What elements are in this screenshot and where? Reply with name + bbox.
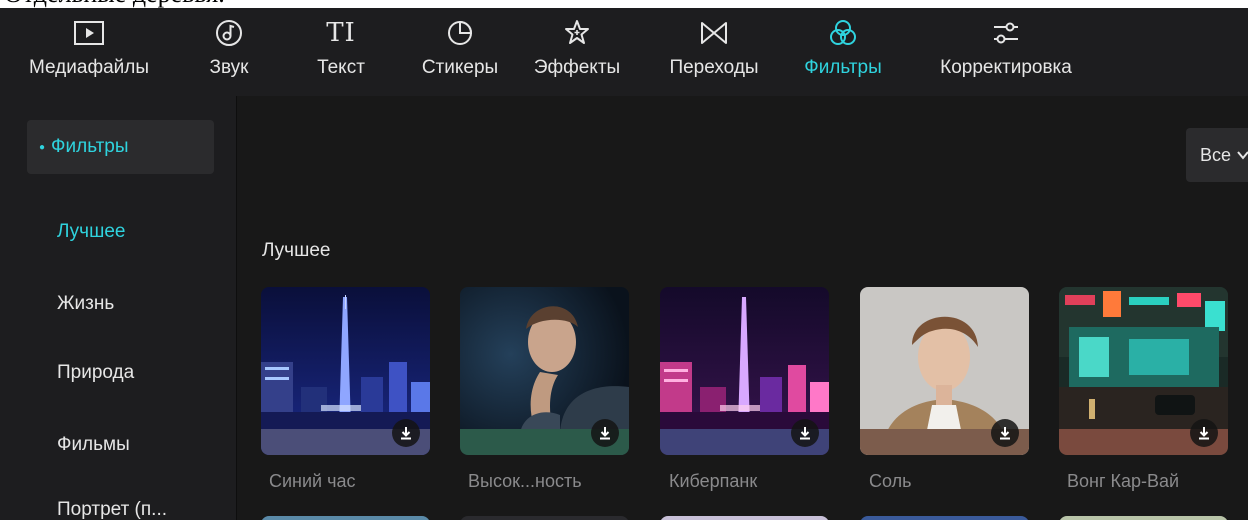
adjust-sliders-icon	[990, 14, 1022, 52]
sidebar-item-movies[interactable]: Фильмы	[57, 434, 130, 456]
filter-card-salt[interactable]	[860, 287, 1029, 455]
card-label-wong-kar-wai: Вонг Кар-Вай	[1067, 471, 1180, 491]
dropdown-value: Все	[1200, 144, 1232, 165]
download-button[interactable]	[392, 419, 420, 447]
sidebar-group-filters[interactable]: ● Фильтры	[27, 120, 214, 174]
transition-bowtie-icon	[698, 14, 730, 52]
tab-audio[interactable]: Звук	[196, 8, 262, 96]
filter-card-next-row[interactable]	[860, 516, 1029, 520]
tab-filters[interactable]: Фильтры	[786, 8, 900, 96]
download-icon	[1000, 427, 1010, 440]
tab-audio-label: Звук	[209, 57, 249, 78]
tab-adjustment[interactable]: Корректировка	[910, 8, 1102, 96]
tab-transitions[interactable]: Переходы	[650, 8, 778, 96]
sidebar-group-label: Фильтры	[51, 136, 129, 157]
tab-adjustment-label: Корректировка	[940, 57, 1072, 78]
card-label-cyberpunk: Киберпанк	[669, 471, 758, 491]
page-top-text: Отдельные деревья.	[0, 0, 1248, 8]
filter-card-cyberpunk[interactable]	[660, 287, 829, 455]
download-icon	[401, 427, 411, 440]
effects-star-icon	[562, 14, 592, 52]
download-icon	[600, 427, 610, 440]
tab-stickers-label: Стикеры	[421, 57, 499, 78]
filter-card-high-contrast[interactable]	[460, 287, 629, 455]
tab-transitions-label: Переходы	[669, 57, 759, 78]
category-sidebar: ● Фильтры Лучшее Жизнь Природа Фильмы По…	[0, 96, 237, 520]
sidebar-item-life[interactable]: Жизнь	[57, 293, 114, 315]
filters-circles-icon	[827, 14, 859, 52]
tab-text[interactable]: TI Текст	[300, 8, 382, 96]
tab-filters-label: Фильтры	[804, 57, 882, 78]
card-label-blue-hour: Синий час	[269, 471, 356, 491]
tab-media-label: Медиафайлы	[28, 57, 149, 78]
download-button[interactable]	[791, 419, 819, 447]
filter-card-next-row[interactable]	[261, 516, 430, 520]
card-label-salt: Соль	[869, 471, 912, 491]
download-icon	[1199, 427, 1209, 440]
tab-stickers[interactable]: Стикеры	[408, 8, 512, 96]
audio-disc-icon	[214, 14, 244, 52]
sidebar-item-nature[interactable]: Природа	[57, 362, 134, 384]
download-icon	[800, 427, 810, 440]
top-toolbar: Медиафайлы Звук TI Текст Стикеры Эффекты	[0, 8, 1248, 96]
section-title: Лучшее	[262, 240, 331, 261]
filter-card-next-row[interactable]	[460, 516, 629, 520]
editor-window: Медиафайлы Звук TI Текст Стикеры Эффекты	[0, 8, 1248, 520]
download-button[interactable]	[591, 419, 619, 447]
filter-card-next-row[interactable]	[1059, 516, 1228, 520]
download-button[interactable]	[991, 419, 1019, 447]
card-label-high-contrast: Высок...ность	[468, 471, 582, 491]
text-icon-glyph: TI	[326, 18, 356, 48]
filter-card-blue-hour[interactable]	[261, 287, 430, 455]
text-TI-icon: TI	[326, 14, 356, 52]
category-dropdown[interactable]: Все	[1186, 128, 1248, 182]
bullet-icon: ●	[39, 141, 46, 153]
filter-card-next-row[interactable]	[660, 516, 829, 520]
download-button[interactable]	[1190, 419, 1218, 447]
sidebar-item-best[interactable]: Лучшее	[57, 221, 125, 243]
tab-media[interactable]: Медиафайлы	[0, 8, 178, 96]
tab-text-label: Текст	[317, 57, 365, 78]
filters-panel: Все Лучшее Синий час Высок...ность Кибер…	[238, 96, 1248, 520]
tab-effects-label: Эффекты	[533, 57, 621, 78]
filter-card-wong-kar-wai[interactable]	[1059, 287, 1228, 455]
chevron-down-icon	[1237, 151, 1248, 160]
tab-effects[interactable]: Эффекты	[516, 8, 638, 96]
sidebar-item-portrait[interactable]: Портрет (п...	[57, 499, 167, 520]
sticker-icon	[446, 14, 474, 52]
media-play-icon	[73, 14, 105, 52]
